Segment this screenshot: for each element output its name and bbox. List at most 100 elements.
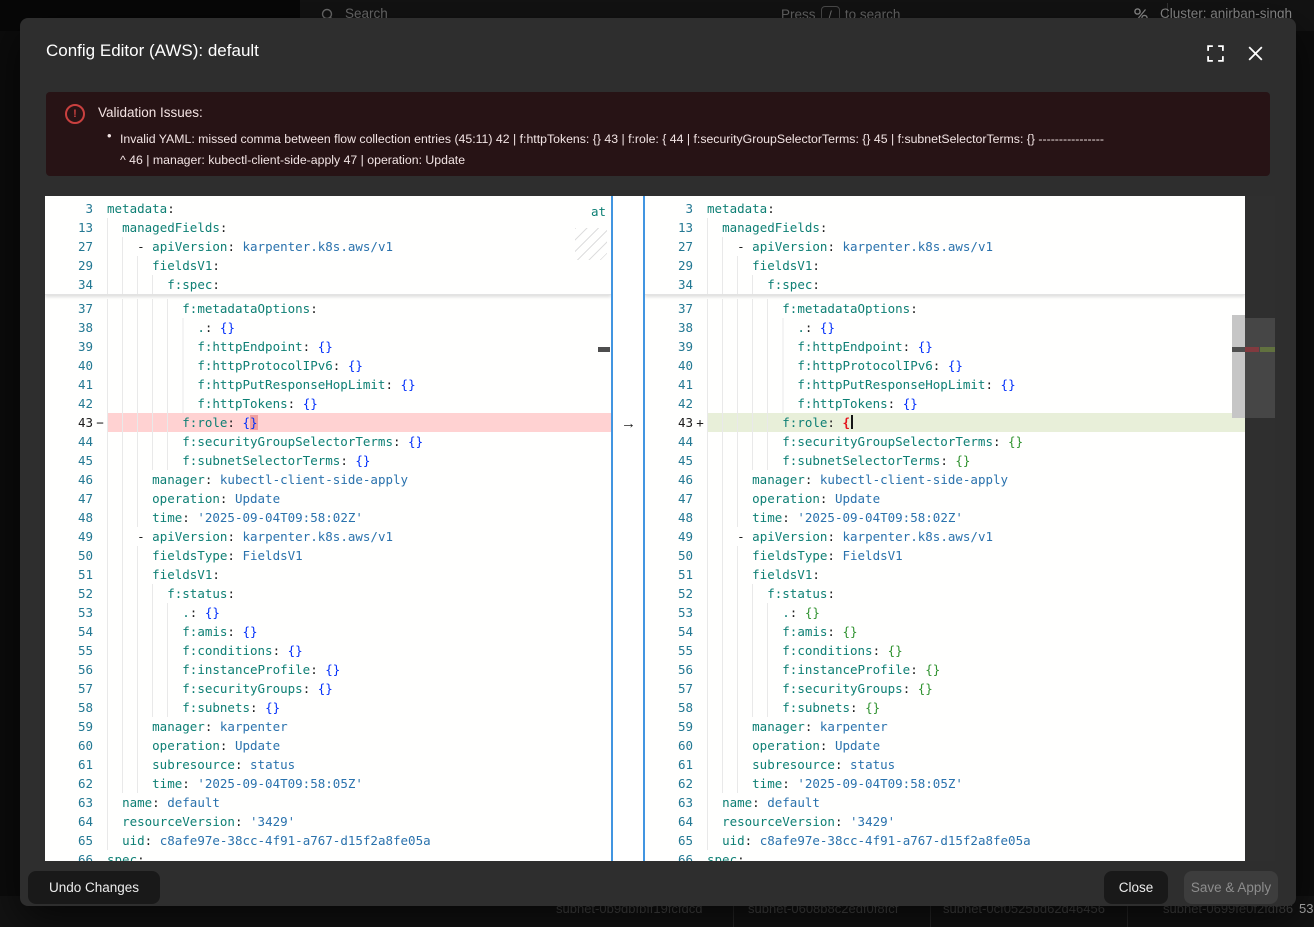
code-line[interactable]: 46 manager: kubectl-client-side-apply [645, 470, 1245, 489]
save-apply-button[interactable]: Save & Apply [1184, 871, 1278, 904]
overview-ruler-viewport[interactable] [1245, 318, 1275, 418]
code-line[interactable]: 47 operation: Update [645, 489, 1245, 508]
code-line[interactable]: 56 f:instanceProfile: {} [45, 660, 611, 679]
original-editor-pane[interactable]: 3metadata:13 managedFields:27 - apiVersi… [45, 196, 611, 861]
fullscreen-icon[interactable] [1206, 44, 1226, 64]
code-line[interactable]: 43+ f:role: { [645, 413, 1245, 432]
code-line[interactable]: 64 resourceVersion: '3429' [645, 812, 1245, 831]
code-line[interactable]: 52 f:status: [645, 584, 1245, 603]
code-line[interactable]: 50 fieldsType: FieldsV1 [645, 546, 1245, 565]
code-line[interactable]: 65 uid: c8afe97e-38cc-4f91-a767-d15f2a8f… [45, 831, 611, 850]
code-line[interactable]: 59 manager: karpenter [645, 717, 1245, 736]
sticky-line[interactable]: 29 fieldsV1: [645, 256, 1245, 275]
revert-change-arrow[interactable]: → [621, 414, 636, 433]
code-text: .: {} [107, 318, 611, 337]
code-line[interactable]: 38 .: {} [45, 318, 611, 337]
code-line[interactable]: 61 subresource: status [45, 755, 611, 774]
sticky-line[interactable]: 13 managedFields: [645, 218, 1245, 237]
code-line[interactable]: 42 f:httpTokens: {} [45, 394, 611, 413]
sticky-line[interactable]: 3metadata: [45, 199, 611, 218]
code-line[interactable]: 57 f:securityGroups: {} [645, 679, 1245, 698]
diff-sash[interactable]: → [611, 196, 645, 861]
code-text: subresource: status [107, 755, 611, 774]
code-line[interactable]: 41 f:httpPutResponseHopLimit: {} [645, 375, 1245, 394]
code-text: fieldsV1: [107, 256, 611, 275]
code-line[interactable]: 40 f:httpProtocolIPv6: {} [45, 356, 611, 375]
code-line[interactable]: 62 time: '2025-09-04T09:58:05Z' [645, 774, 1245, 793]
code-line[interactable]: 44 f:securityGroupSelectorTerms: {} [45, 432, 611, 451]
code-line[interactable]: 57 f:securityGroups: {} [45, 679, 611, 698]
code-line[interactable]: 56 f:instanceProfile: {} [645, 660, 1245, 679]
code-lines-left: 37 f:metadataOptions:38 .: {}39 f:httpEn… [45, 299, 611, 861]
sticky-line[interactable]: 13 managedFields: [45, 218, 611, 237]
code-line[interactable]: 45 f:subnetSelectorTerms: {} [45, 451, 611, 470]
undo-changes-button[interactable]: Undo Changes [28, 871, 160, 904]
line-number: 51 [45, 565, 93, 584]
line-number: 53 [645, 603, 693, 622]
code-text: - apiVersion: karpenter.k8s.aws/v1 [107, 527, 611, 546]
code-line[interactable]: 60 operation: Update [45, 736, 611, 755]
code-line[interactable]: 53 .: {} [45, 603, 611, 622]
code-line[interactable]: 54 f:amis: {} [645, 622, 1245, 641]
code-line[interactable]: 63 name: default [45, 793, 611, 812]
line-number: 46 [645, 470, 693, 489]
sticky-line[interactable]: 29 fieldsV1: [45, 256, 611, 275]
sticky-line[interactable]: 34 f:spec: [45, 275, 611, 294]
code-line[interactable]: 40 f:httpProtocolIPv6: {} [645, 356, 1245, 375]
code-line[interactable]: 49 - apiVersion: karpenter.k8s.aws/v1 [45, 527, 611, 546]
cell-divider [733, 906, 734, 927]
code-line[interactable]: 48 time: '2025-09-04T09:58:02Z' [645, 508, 1245, 527]
code-text: manager: karpenter [707, 717, 1245, 736]
code-line[interactable]: 41 f:httpPutResponseHopLimit: {} [45, 375, 611, 394]
code-line[interactable]: 65 uid: c8afe97e-38cc-4f91-a767-d15f2a8f… [645, 831, 1245, 850]
code-line[interactable]: 45 f:subnetSelectorTerms: {} [645, 451, 1245, 470]
code-line[interactable]: 44 f:securityGroupSelectorTerms: {} [645, 432, 1245, 451]
code-line[interactable]: 47 operation: Update [45, 489, 611, 508]
code-line[interactable]: 43− f:role: {} [45, 413, 611, 432]
code-line[interactable]: 42 f:httpTokens: {} [645, 394, 1245, 413]
code-line[interactable]: 54 f:amis: {} [45, 622, 611, 641]
code-line[interactable]: 51 fieldsV1: [45, 565, 611, 584]
code-line[interactable]: 53 .: {} [645, 603, 1245, 622]
code-line[interactable]: 37 f:metadataOptions: [645, 299, 1245, 318]
code-line[interactable]: 66spec: [45, 850, 611, 861]
code-line[interactable]: 63 name: default [645, 793, 1245, 812]
code-line[interactable]: 58 f:subnets: {} [645, 698, 1245, 717]
code-text: fieldsType: FieldsV1 [707, 546, 1245, 565]
code-line[interactable]: 48 time: '2025-09-04T09:58:02Z' [45, 508, 611, 527]
line-number: 50 [645, 546, 693, 565]
sticky-line[interactable]: 34 f:spec: [645, 275, 1245, 294]
line-number: 66 [645, 850, 693, 861]
sticky-line[interactable]: 3metadata: [645, 199, 1245, 218]
code-line[interactable]: 62 time: '2025-09-04T09:58:05Z' [45, 774, 611, 793]
code-line[interactable]: 38 .: {} [645, 318, 1245, 337]
code-line[interactable]: 60 operation: Update [645, 736, 1245, 755]
line-number: 29 [645, 256, 693, 275]
code-line[interactable]: 37 f:metadataOptions: [45, 299, 611, 318]
code-text: f:metadataOptions: [707, 299, 1245, 318]
code-text: fieldsV1: [707, 256, 1245, 275]
sticky-line[interactable]: 27 - apiVersion: karpenter.k8s.aws/v1 [45, 237, 611, 256]
code-line[interactable]: 50 fieldsType: FieldsV1 [45, 546, 611, 565]
close-button[interactable]: Close [1104, 871, 1168, 904]
code-line[interactable]: 55 f:conditions: {} [45, 641, 611, 660]
code-line[interactable]: 55 f:conditions: {} [645, 641, 1245, 660]
code-line[interactable]: 46 manager: kubectl-client-side-apply [45, 470, 611, 489]
code-line[interactable]: 51 fieldsV1: [645, 565, 1245, 584]
code-line[interactable]: 58 f:subnets: {} [45, 698, 611, 717]
code-line[interactable]: 64 resourceVersion: '3429' [45, 812, 611, 831]
overview-deleted-mark [1245, 347, 1259, 352]
code-line[interactable]: 59 manager: karpenter [45, 717, 611, 736]
code-line[interactable]: 66spec: [645, 850, 1245, 861]
modified-editor-pane[interactable]: 3metadata:13 managedFields:27 - apiVersi… [645, 196, 1245, 861]
sticky-line[interactable]: 27 - apiVersion: karpenter.k8s.aws/v1 [645, 237, 1245, 256]
code-line[interactable]: 52 f:status: [45, 584, 611, 603]
line-number: 34 [45, 275, 93, 294]
code-line[interactable]: 49 - apiVersion: karpenter.k8s.aws/v1 [645, 527, 1245, 546]
scrollbar-thumb[interactable] [1232, 315, 1245, 418]
code-line[interactable]: 39 f:httpEndpoint: {} [645, 337, 1245, 356]
code-line[interactable]: 61 subresource: status [645, 755, 1245, 774]
code-line[interactable]: 39 f:httpEndpoint: {} [45, 337, 611, 356]
close-icon[interactable] [1246, 44, 1266, 64]
line-number: 58 [645, 698, 693, 717]
